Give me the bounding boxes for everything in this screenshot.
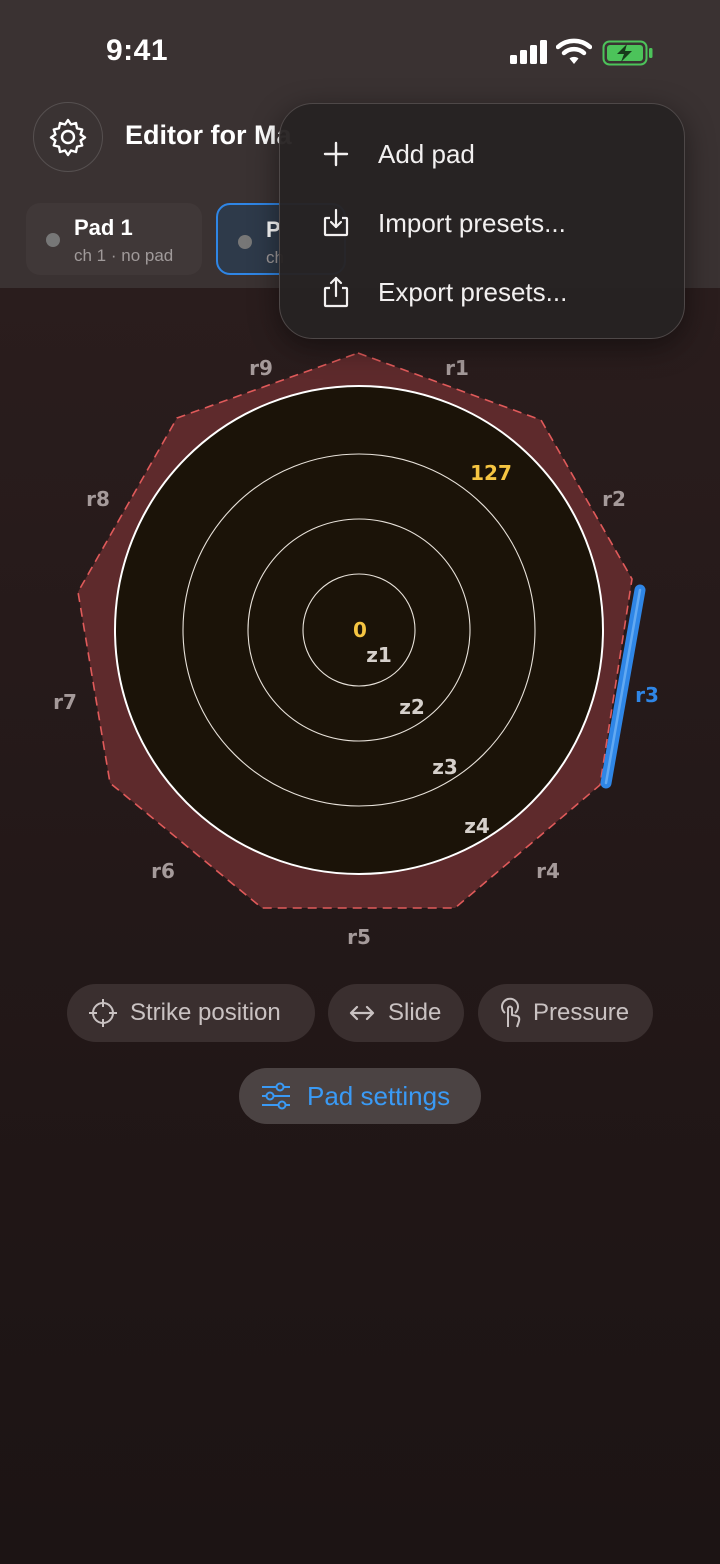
rim-label-r9: r9 (249, 356, 273, 380)
zone-label-z1: z1 (366, 643, 392, 667)
pad-status-dot (46, 233, 60, 247)
battery-charging-icon (602, 40, 653, 66)
pad-subtitle: ch 1 · no pad (74, 246, 174, 265)
zone-label-z2: z2 (399, 695, 425, 719)
status-time: 9:41 (106, 34, 169, 67)
pressure-button[interactable]: Pressure (478, 984, 653, 1042)
rim-label-r1: r1 (445, 356, 469, 380)
overflow-menu: Add pad Import presets... Export presets… (279, 103, 685, 339)
pad-settings-button[interactable]: Pad settings (239, 1068, 481, 1124)
menu-item-label: Import presets... (378, 208, 566, 238)
slide-label: Slide (388, 999, 442, 1026)
arrows-horizontal-icon (349, 1005, 375, 1021)
zone-label-z3: z3 (432, 755, 458, 779)
menu-item-label: Export presets... (378, 277, 568, 307)
sliders-icon (262, 1082, 290, 1110)
pad-chip-1[interactable]: Pad 1 ch 1 · no pad (26, 203, 202, 275)
pressure-label: Pressure (533, 999, 630, 1026)
cellular-signal-icon (510, 40, 547, 64)
status-bar: 9:41 (0, 0, 720, 100)
finger-press-icon (501, 997, 521, 1028)
slide-button[interactable]: Slide (328, 984, 464, 1042)
export-icon (323, 276, 349, 308)
rim-label-r6: r6 (151, 859, 175, 883)
edge-value: 127 (470, 461, 512, 485)
rim-label-r7: r7 (53, 690, 77, 714)
rim-label-r8: r8 (86, 487, 110, 511)
plus-icon (323, 141, 349, 167)
center-value: 0 (353, 618, 367, 642)
menu-item-label: Add pad (378, 139, 475, 169)
rim-label-r4: r4 (536, 859, 560, 883)
zone-label-z4: z4 (464, 814, 490, 838)
page-title: Editor for Ma (125, 120, 292, 150)
import-icon (323, 208, 349, 237)
strike-position-button[interactable]: Strike position (67, 984, 315, 1042)
settings-button[interactable] (33, 102, 103, 172)
strike-position-label: Strike position (130, 999, 281, 1026)
rim-label-r5: r5 (347, 925, 371, 949)
pad-settings-label: Pad settings (307, 1081, 451, 1111)
menu-item-import-presets[interactable]: Import presets... (280, 193, 684, 253)
menu-item-add-pad[interactable]: Add pad (280, 124, 684, 184)
pad-name: Pad 1 (74, 215, 133, 240)
rim-label-r3: r3 (635, 683, 659, 707)
pad-status-dot (238, 235, 252, 249)
rim-label-r2: r2 (602, 487, 626, 511)
wifi-icon (556, 38, 592, 64)
crosshair-icon (89, 999, 117, 1027)
menu-item-export-presets[interactable]: Export presets... (280, 262, 684, 322)
gear-icon (49, 118, 87, 157)
drum-pad-diagram[interactable]: r1 r2 r3 r4 r5 r6 r7 r8 r9 z1 z2 z3 z4 0… (0, 330, 720, 950)
